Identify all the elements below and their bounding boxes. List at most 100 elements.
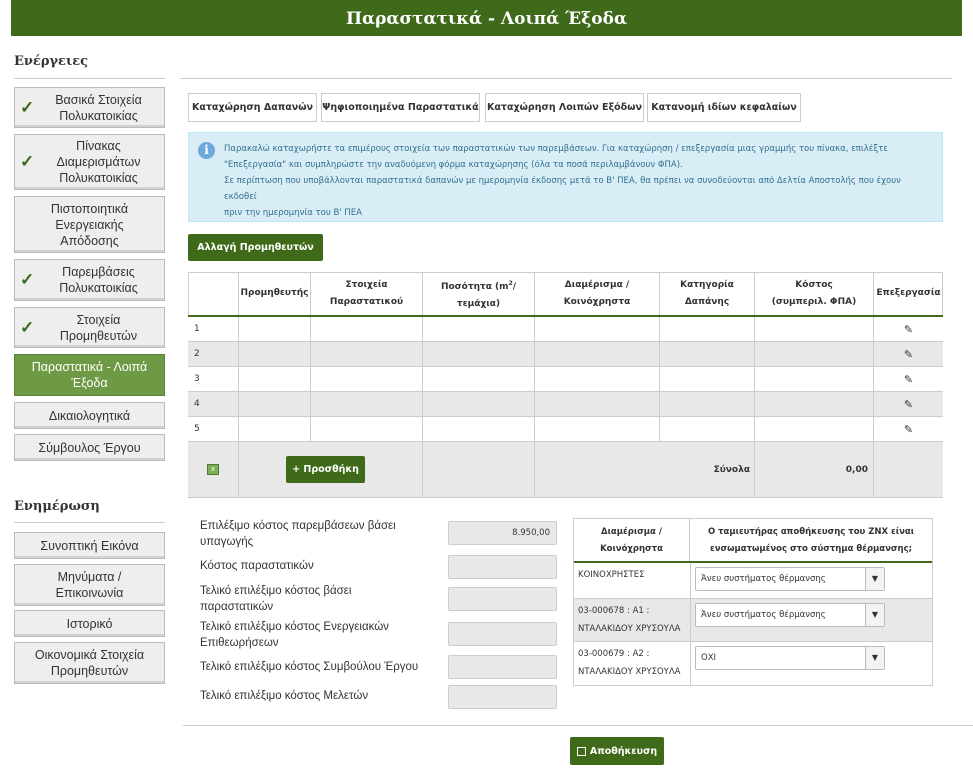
tab-digitized-documents[interactable]: Ψηφιοποιημένα Παραστατικά: [321, 93, 480, 122]
edit-cell: ✎: [874, 367, 943, 392]
select-value: Άνευ συστήματος θέρμανσης: [701, 574, 826, 584]
header-cell: [188, 272, 239, 316]
header-quantity-text: Ποσότητα (m: [440, 281, 509, 292]
chevron-down-icon: ▼: [865, 647, 884, 669]
heating-select-a2[interactable]: ΟΧΙ ▼: [695, 646, 885, 670]
table-cell: [535, 417, 660, 442]
change-suppliers-button[interactable]: Αλλαγή Προμηθευτών: [188, 234, 323, 261]
heating-select-a1[interactable]: Άνευ συστήματος θέρμανσης ▼: [695, 603, 885, 627]
cost-label: Τελικό επιλέξιμο κόστος Ενεργειακών Επιθ…: [200, 621, 389, 649]
header-apartment: Διαμέρισμα / Κοινόχρηστα: [535, 272, 660, 316]
nav-energy-certificates[interactable]: Πιστοποιητικά Ενεργειακής Απόδοσης: [14, 196, 165, 253]
select-value: ΟΧΙ: [701, 653, 717, 663]
nav-label: Στοιχεία Προμηθευτών: [59, 312, 138, 343]
export-cell: x: [188, 442, 239, 498]
header-document: Στοιχεία Παραστατικού: [311, 272, 423, 316]
save-button[interactable]: Αποθήκευση: [570, 737, 664, 765]
table-cell: [660, 417, 755, 442]
nav-label: Ιστορικό: [66, 616, 113, 631]
header-apartment: Διαμέρισμα / Κοινόχρηστα: [574, 519, 690, 562]
edit-cell: ✎: [874, 317, 943, 342]
page-title: Παραστατικά - Λοιπά Έξοδα: [11, 0, 962, 36]
info-alert: i Παρακαλώ καταχωρήστε τα επιμέρους στοι…: [188, 132, 943, 222]
table-cell: [311, 367, 423, 392]
info-text-line: "Επεξεργασία" και συμπληρώστε την αναδυό…: [224, 160, 683, 170]
nav-interventions[interactable]: ✓ Παρεμβάσεις Πολυκατοικίας: [14, 259, 165, 301]
table-cell: [239, 392, 311, 417]
pencil-icon[interactable]: ✎: [904, 423, 913, 436]
nav-label: Παρεμβάσεις Πολυκατοικίας: [59, 265, 138, 295]
nav-supporting-docs[interactable]: Δικαιολογητικά: [14, 402, 165, 429]
row-number: 2: [188, 342, 239, 367]
add-row-button[interactable]: + Προσθήκη: [286, 456, 365, 483]
nav-label: Βασικά Στοιχεία Πολυκατοικίας: [55, 92, 142, 123]
select-value: Άνευ συστήματος θέρμανσης: [701, 610, 826, 620]
table-cell: [311, 417, 423, 442]
pencil-icon[interactable]: ✎: [904, 323, 913, 336]
table-cell: [755, 317, 874, 342]
studies-cost-field: [448, 685, 557, 709]
footer-cell: [874, 442, 943, 498]
nav-label: Πιστοποιητικά Ενεργειακής Απόδοσης: [50, 201, 129, 248]
table-cell: [755, 392, 874, 417]
nav-messages[interactable]: Μηνύματα / Επικοινωνία: [14, 564, 165, 606]
table-cell: [755, 417, 874, 442]
tab-own-funds[interactable]: Κατανομή ιδίων κεφαλαίων: [647, 93, 801, 122]
pencil-icon[interactable]: ✎: [904, 398, 913, 411]
cost-label: Τελικό επιλέξιμο κόστος Μελετών: [200, 690, 369, 702]
nav-apartments-table[interactable]: ✓ Πίνακας Διαμερισμάτων Πολυκατοικίας: [14, 134, 165, 190]
tab-other-expenses[interactable]: Καταχώρηση Λοιπών Εξόδων: [485, 93, 644, 122]
advisor-cost-field: [448, 655, 557, 679]
column-divider: [690, 563, 691, 685]
apartment-label: ΚΟΙΝΟΧΡΗΣΤΕΣ: [578, 570, 645, 580]
nav-label: Πίνακας Διαμερισμάτων Πολυκατοικίας: [56, 139, 141, 185]
table-cell: [535, 342, 660, 367]
nav-documents-expenses[interactable]: Παραστατικά - Λοιπά Έξοδα: [14, 354, 165, 396]
nav-suppliers[interactable]: ✓ Στοιχεία Προμηθευτών: [14, 307, 165, 348]
totals-value: 0,00: [755, 442, 874, 498]
divider: [14, 78, 165, 79]
inspections-cost-field: [448, 622, 557, 646]
table-cell: [535, 317, 660, 342]
heating-table: Διαμέρισμα / Κοινόχρηστα Ο ταμιευτήρας α…: [573, 518, 933, 686]
info-text-line: πριν την ημερομηνία του Β' ΠΕΑ: [224, 208, 362, 218]
nav-project-advisor[interactable]: Σύμβουλος Έργου: [14, 434, 165, 461]
excel-export-icon[interactable]: x: [207, 464, 219, 475]
nav-history[interactable]: Ιστορικό: [14, 610, 165, 637]
row-number: 3: [188, 367, 239, 392]
table-cell: [311, 342, 423, 367]
info-text-line: Παρακαλώ καταχωρήστε τα επιμέρους στοιχε…: [224, 144, 888, 154]
row-number: 5: [188, 417, 239, 442]
header-category: Κατηγορία Δαπάνης: [660, 272, 755, 316]
chevron-down-icon: ▼: [865, 568, 884, 590]
info-text-line: Σε περίπτωση που υποβάλλονται παραστατικ…: [224, 176, 901, 202]
check-icon: ✓: [20, 152, 35, 171]
check-icon: ✓: [20, 270, 35, 289]
cost-label: Κόστος παραστατικών: [200, 560, 314, 572]
totals-label: Σύνολα: [535, 442, 755, 498]
check-icon: ✓: [20, 97, 35, 117]
nav-supplier-financials[interactable]: Οικονομικά Στοιχεία Προμηθευτών: [14, 642, 165, 684]
edit-cell: ✎: [874, 392, 943, 417]
table-cell: [311, 392, 423, 417]
divider: [14, 522, 165, 523]
table-cell: [239, 367, 311, 392]
nav-basic-info[interactable]: ✓ Βασικά Στοιχεία Πολυκατοικίας: [14, 87, 165, 128]
header-cost: Κόστος (συμπεριλ. ΦΠΑ): [755, 272, 874, 316]
apartment-owner: ΝΤΑΛΑΚΙΔΟΥ ΧΡΥΣΟΥΛΑ: [578, 624, 681, 634]
heating-select-common[interactable]: Άνευ συστήματος θέρμανσης ▼: [695, 567, 885, 591]
table-cell: [423, 392, 535, 417]
table-cell: [660, 317, 755, 342]
apartment-label: 03-000679 : A2 :: [578, 649, 650, 659]
pencil-icon[interactable]: ✎: [904, 373, 913, 386]
pencil-icon[interactable]: ✎: [904, 348, 913, 361]
nav-label: Δικαιολογητικά: [48, 408, 131, 423]
check-icon: ✓: [20, 317, 35, 337]
tab-expense-entry[interactable]: Καταχώρηση Δαπανών: [188, 93, 317, 122]
table-cell: [423, 317, 535, 342]
apartment-label: 03-000678 : A1 :: [578, 606, 650, 616]
info-icon: i: [198, 142, 215, 159]
nav-summary[interactable]: Συνοπτική Εικόνα: [14, 532, 165, 559]
table-cell: [239, 317, 311, 342]
info-heading: Ενημέρωση: [14, 499, 100, 514]
